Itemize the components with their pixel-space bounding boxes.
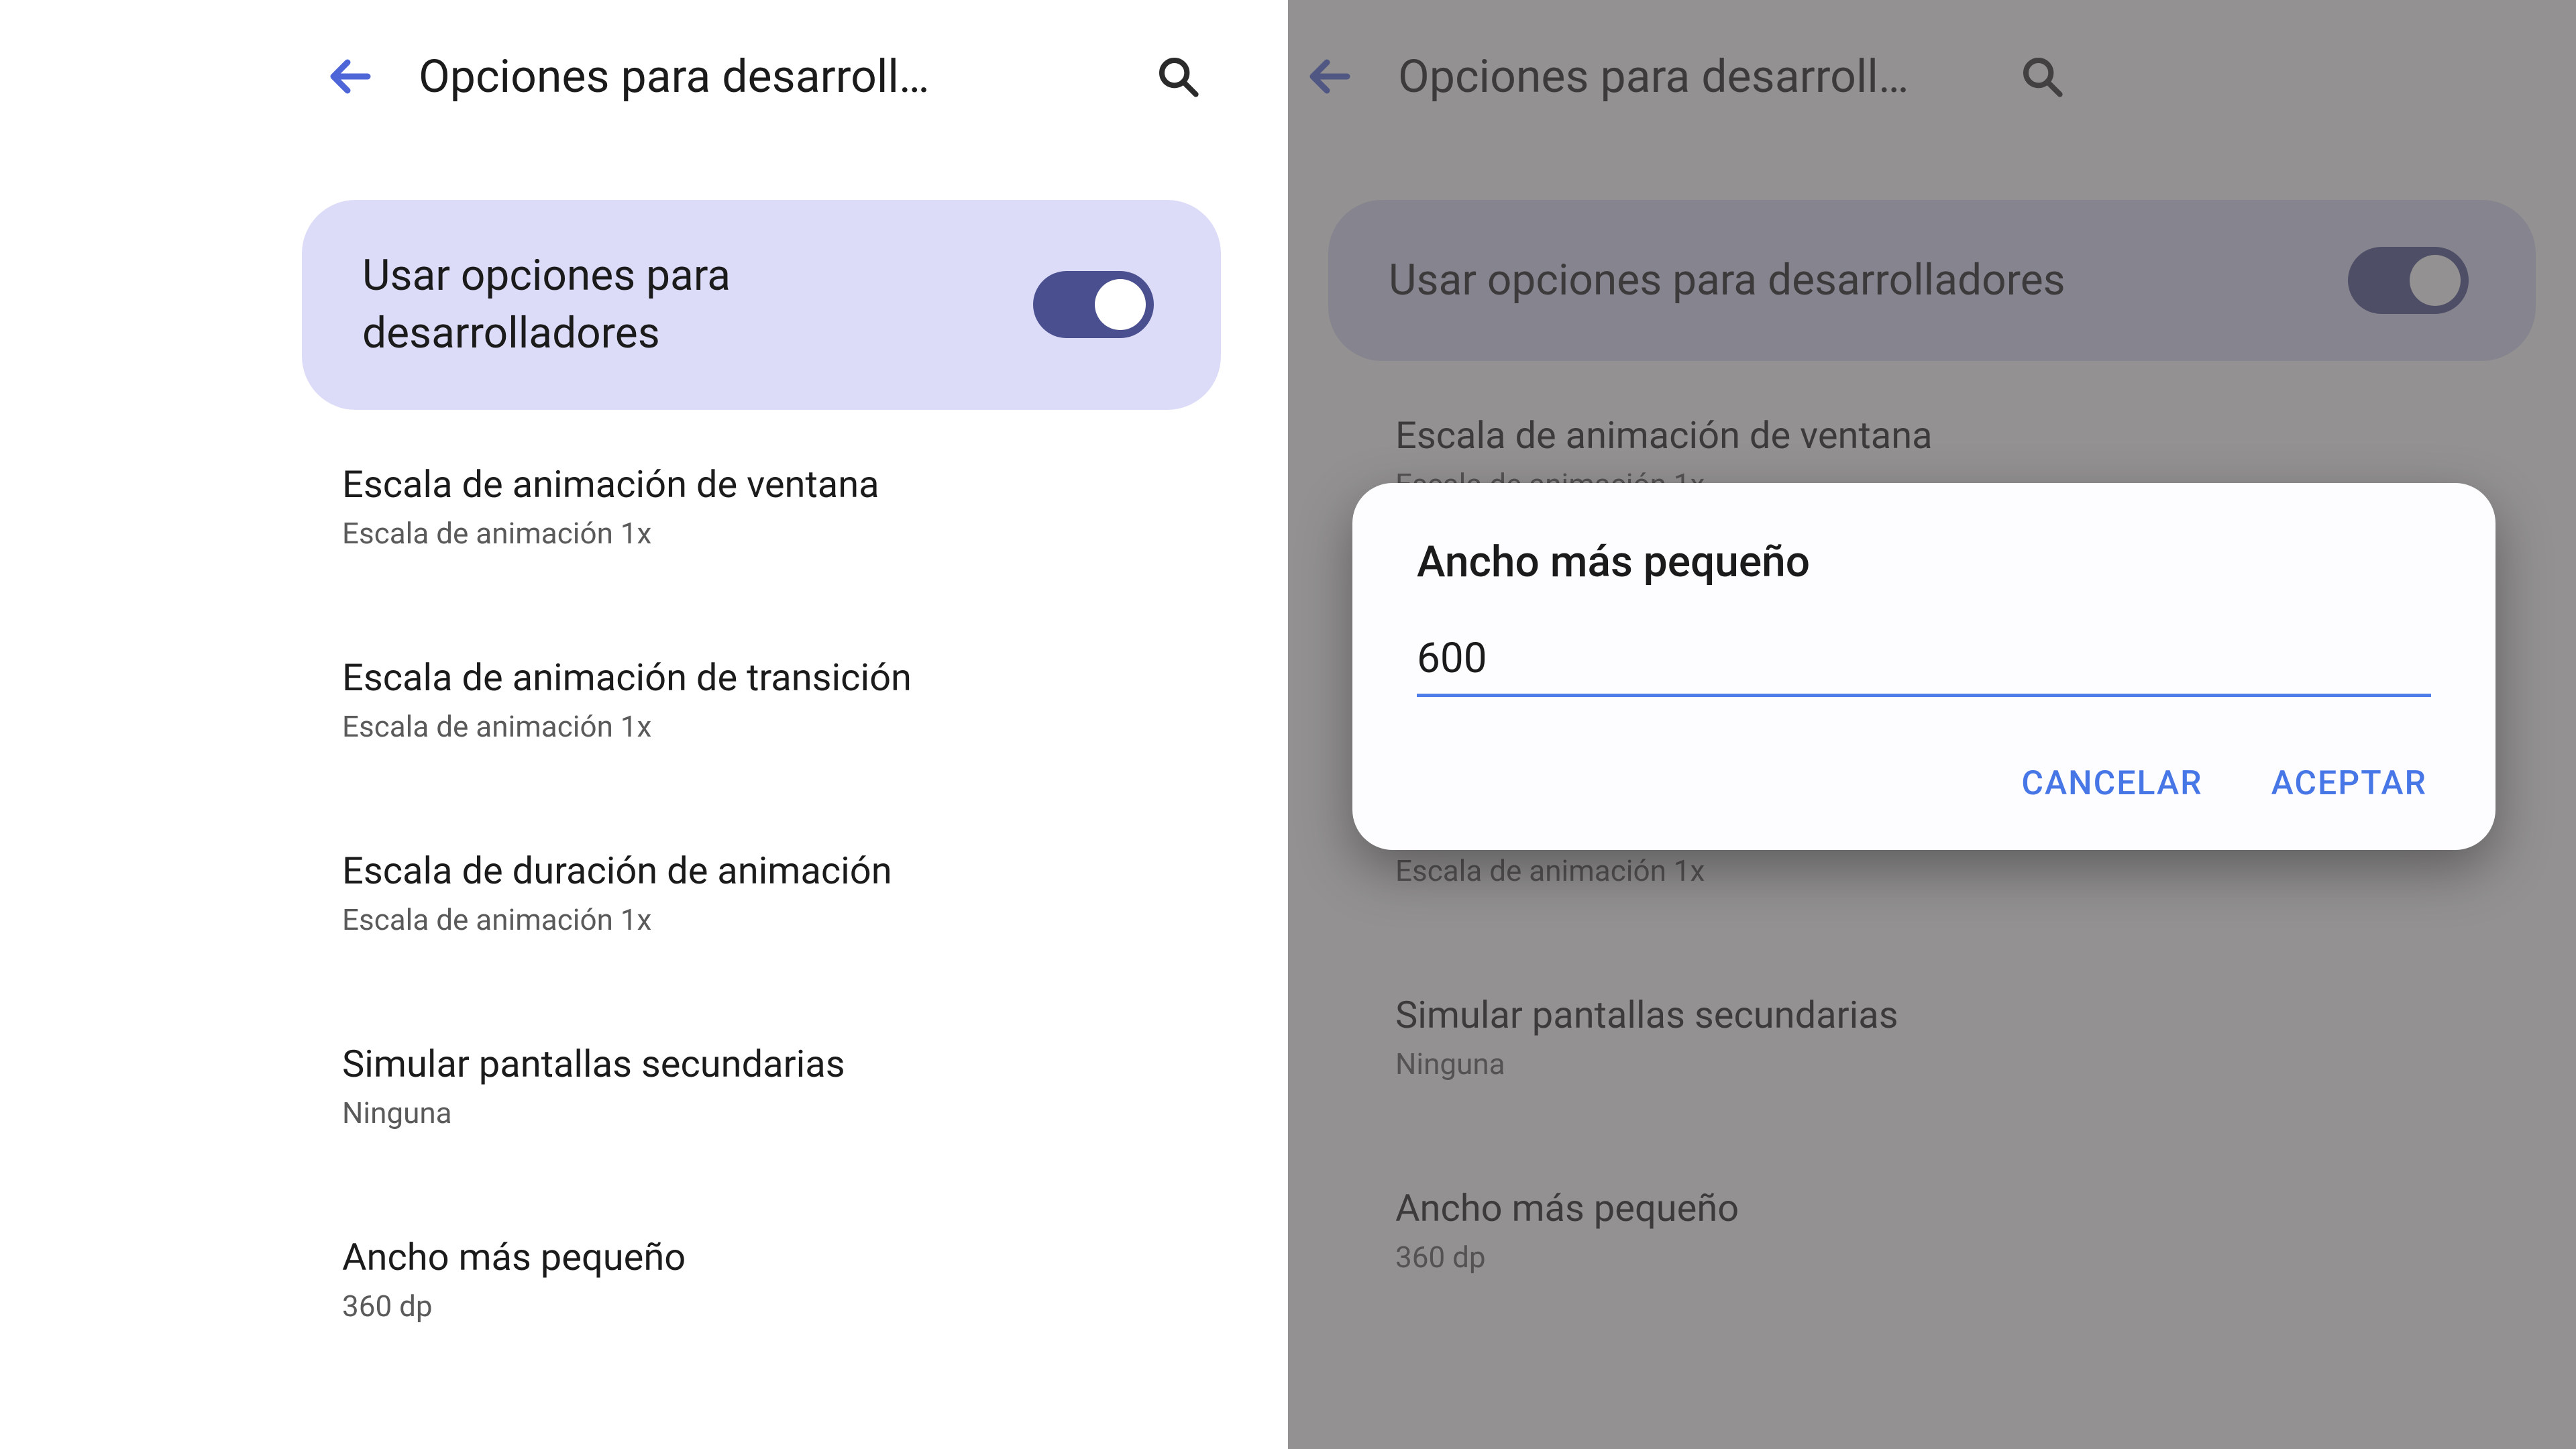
setting-subtitle: Escala de animación 1x (342, 709, 1221, 744)
toggle-label: Usar opciones para desarrolladores (1389, 252, 2321, 309)
app-bar: Opciones para desarroll… (0, 0, 1288, 146)
back-button[interactable] (1291, 36, 1371, 117)
setting-smallest-width[interactable]: Ancho más pequeño 360 dp (1395, 1134, 2509, 1327)
setting-duration-animation-scale[interactable]: Escala de duración de animación Escala d… (342, 796, 1221, 989)
setting-title: Ancho más pequeño (1395, 1186, 2509, 1230)
setting-title: Escala de animación de transición (342, 655, 1221, 700)
appbar-title: Opciones para desarroll… (1398, 50, 2002, 103)
arrow-back-icon (1307, 52, 1355, 101)
setting-title: Simular pantallas secundarias (342, 1042, 1221, 1086)
setting-title: Simular pantallas secundarias (1395, 993, 2509, 1037)
search-icon (1157, 55, 1199, 98)
use-developer-options-toggle-row[interactable]: Usar opciones para desarrolladores (302, 200, 1221, 410)
use-developer-options-toggle-row[interactable]: Usar opciones para desarrolladores (1328, 200, 2536, 361)
setting-simulate-secondary-displays[interactable]: Simular pantallas secundarias Ninguna (342, 989, 1221, 1183)
setting-subtitle: 360 dp (1395, 1240, 2509, 1275)
setting-title: Escala de animación de ventana (1395, 413, 2509, 458)
setting-subtitle: Escala de animación 1x (342, 902, 1221, 937)
setting-subtitle: Ninguna (342, 1095, 1221, 1130)
back-button[interactable] (311, 36, 392, 117)
arrow-back-icon (327, 52, 376, 101)
screenshot-developer-options-dialog: Opciones para desarroll… Usar opciones p… (1288, 0, 2576, 1449)
setting-subtitle: Escala de animación 1x (1395, 853, 2509, 888)
cancel-button[interactable]: CANCELAR (2017, 757, 2206, 810)
search-button[interactable] (2002, 36, 2082, 117)
dialog-title: Ancho más pequeño (1417, 537, 2431, 587)
setting-title: Escala de animación de ventana (342, 462, 1221, 506)
toggle-label: Usar opciones para desarrolladores (362, 247, 1006, 363)
setting-transition-animation-scale[interactable]: Escala de animación de transición Escala… (342, 603, 1221, 796)
screenshot-developer-options: Opciones para desarroll… Usar opciones p… (0, 0, 1288, 1449)
toggle-switch[interactable] (1033, 271, 1154, 338)
toggle-switch[interactable] (2348, 247, 2469, 314)
setting-smallest-width[interactable]: Ancho más pequeño 360 dp (342, 1183, 1221, 1376)
setting-subtitle: 360 dp (342, 1289, 1221, 1324)
appbar-title: Opciones para desarroll… (419, 50, 1138, 103)
setting-title: Ancho más pequeño (342, 1235, 1221, 1279)
setting-title: Escala de duración de animación (342, 849, 1221, 893)
accept-button[interactable]: ACEPTAR (2267, 757, 2431, 810)
setting-simulate-secondary-displays[interactable]: Simular pantallas secundarias Ninguna (1395, 941, 2509, 1134)
setting-subtitle: Escala de animación 1x (342, 516, 1221, 551)
setting-window-animation-scale[interactable]: Escala de animación de ventana Escala de… (342, 410, 1221, 603)
search-button[interactable] (1138, 36, 1218, 117)
setting-subtitle: Ninguna (1395, 1046, 2509, 1081)
search-icon (2021, 55, 2063, 98)
smallest-width-input[interactable] (1417, 627, 2431, 697)
smallest-width-dialog: Ancho más pequeño CANCELAR ACEPTAR (1352, 483, 2496, 850)
app-bar: Opciones para desarroll… (1288, 0, 2576, 146)
